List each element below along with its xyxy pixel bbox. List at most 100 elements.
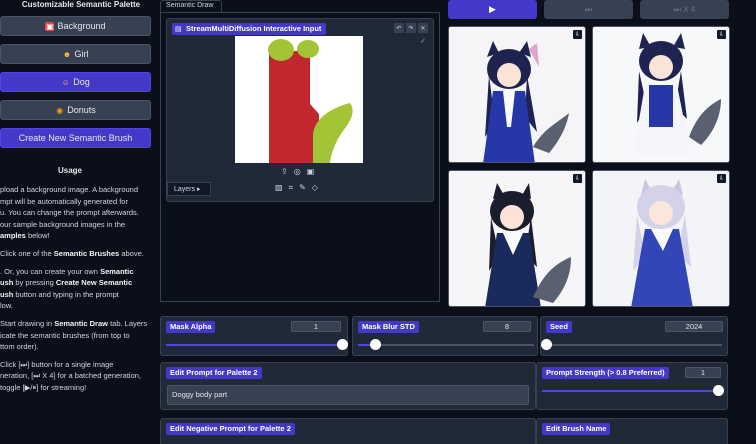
mask-alpha-slider: Mask Alpha 1 (160, 316, 348, 356)
prompt-textarea[interactable]: Doggy body part (167, 385, 529, 405)
play-stream-button[interactable]: ▶ (448, 0, 537, 19)
seed-label: Seed (546, 321, 572, 333)
usage-text: by pressing (13, 278, 56, 288)
canvas-toolbar-top: ⇪ ◎ ▣ (281, 167, 314, 176)
editor-top-icons: ↶ ↷ ✕ (394, 23, 428, 33)
usage-text: low. (0, 301, 13, 311)
usage-bold: Semantic Brushes (53, 248, 120, 258)
mask-alpha-value[interactable]: 1 (291, 321, 341, 332)
ear-left-stroke (268, 39, 294, 61)
drawing-canvas[interactable] (235, 36, 363, 163)
usage-text: above. (119, 248, 144, 258)
gallery-image-2[interactable]: ⇩ (592, 26, 730, 163)
gallery-image-3[interactable]: ⇩ (448, 170, 586, 307)
negative-prompt-panel: Edit Negative Prompt for Palette 2 (160, 418, 536, 444)
slider-handle[interactable] (370, 339, 382, 350)
usage-instructions: pload a background image. A background m… (0, 184, 152, 400)
semantic-palette-panel: Customizable Semantic Palette ▣ Backgrou… (0, 0, 156, 444)
brush-name-panel: Edit Brush Name (536, 418, 728, 444)
slider-handle[interactable] (540, 339, 552, 350)
mask-blur-slider: Mask Blur STD 8 (352, 316, 538, 356)
prompt-strength-slider: Prompt Strength (> 0.8 Preferred) 1 (536, 362, 728, 410)
batch-generate-button[interactable]: ⏭ X 4 (640, 0, 729, 19)
webcam-icon[interactable]: ◎ (294, 167, 301, 176)
girl-emoji-icon: ☻ (62, 49, 72, 59)
usage-text: pload a background image. A background (0, 185, 139, 194)
crop-icon[interactable]: ⌗ (289, 183, 294, 193)
image-icon[interactable]: ▨ (275, 183, 283, 193)
download-icon[interactable]: ⇩ (573, 30, 582, 39)
mask-blur-label: Mask Blur STD (358, 321, 419, 333)
usage-bold: Semantic Draw (54, 318, 108, 328)
usage-text: u. You can change the prompt afterwards. (0, 208, 139, 218)
ear-right-stroke (297, 40, 319, 58)
upload-icon[interactable]: ⇪ (281, 167, 288, 176)
negative-prompt-label: Edit Negative Prompt for Palette 2 (166, 423, 295, 435)
usage-title: Usage (57, 166, 82, 175)
dog-emoji-icon: ☺ (61, 77, 70, 87)
slider-track[interactable] (358, 344, 534, 346)
usage-text: Click [⏭] button for a single image (0, 359, 114, 369)
palette-item-label: Donuts (67, 105, 96, 115)
slider-track[interactable] (546, 344, 722, 346)
usage-text: tab. Layers (107, 318, 148, 328)
usage-text: toggle [▶/⏸] for streaming! (0, 382, 87, 392)
brush-name-label: Edit Brush Name (542, 423, 611, 435)
anime-girl-image (593, 27, 729, 162)
close-icon[interactable]: ✕ (418, 23, 428, 33)
undo-icon[interactable]: ↶ (394, 23, 404, 33)
create-semantic-brush-button[interactable]: Create New Semantic Brush (0, 128, 151, 148)
palette-item-dog[interactable]: ☺ Dog (0, 72, 151, 92)
brush-icon[interactable]: ✎ (299, 183, 306, 193)
tab-semantic-draw[interactable]: Semantic Draw (160, 0, 222, 12)
donut-stroke (313, 103, 353, 163)
usage-text: mpt will be automatically generated for (0, 196, 128, 206)
strength-value[interactable]: 1 (685, 367, 721, 378)
download-icon[interactable]: ⇩ (717, 174, 726, 183)
eraser-icon[interactable]: ◇ (312, 183, 318, 193)
palette-item-donuts[interactable]: ◉ Donuts (0, 100, 151, 120)
usage-text: button and typing in the prompt (13, 289, 119, 299)
usage-text: icate the semantic brushes (from top to (0, 330, 130, 340)
mask-blur-value[interactable]: 8 (483, 321, 531, 332)
usage-bold: Create New Semantic (55, 278, 133, 288)
usage-text: . Or, you can create your own (0, 266, 101, 276)
layers-button[interactable]: Layers ▸ (167, 182, 211, 196)
gallery-image-4[interactable]: ⇩ (592, 170, 730, 307)
usage-bold: amples (0, 231, 26, 241)
usage-bold: Semantic (100, 266, 134, 276)
usage-text: Start drawing in (0, 318, 55, 328)
check-icon[interactable]: ✓ (420, 37, 426, 45)
strength-label: Prompt Strength (> 0.8 Preferred) (542, 367, 669, 379)
clipboard-icon[interactable]: ▣ (307, 167, 315, 176)
redo-icon[interactable]: ↷ (406, 23, 416, 33)
semantic-drawing (268, 39, 353, 163)
prompt-label: Edit Prompt for Palette 2 (166, 367, 262, 379)
prompt-edit-panel: Edit Prompt for Palette 2 Doggy body par… (160, 362, 536, 410)
slider-handle[interactable] (712, 385, 724, 396)
download-icon[interactable]: ⇩ (573, 174, 582, 183)
anime-girl-image (449, 171, 585, 306)
image-editor-icon: ▤ (175, 26, 182, 33)
canvas-toolbar-bottom: ▨ ⌗ ✎ ◇ (275, 183, 318, 193)
slider-fill (166, 344, 342, 346)
single-generate-button[interactable]: ⏭ (544, 0, 633, 19)
mask-alpha-label: Mask Alpha (166, 321, 216, 333)
palette-item-background[interactable]: ▣ Background (0, 16, 151, 36)
seed-value[interactable]: 2024 (665, 321, 723, 332)
usage-text: below! (25, 231, 50, 241)
slider-handle[interactable] (336, 339, 348, 350)
palette-item-girl[interactable]: ☻ Girl (0, 44, 151, 64)
dog-body-stroke (269, 51, 319, 163)
gallery-image-1[interactable]: ⇩ (448, 26, 586, 163)
donut-emoji-icon: ◉ (56, 105, 64, 115)
seed-slider: Seed 2024 (540, 316, 728, 356)
palette-item-label: Background (57, 21, 106, 31)
usage-text: Click one of the (0, 248, 54, 258)
interactive-input-panel: ▤ StreamMultiDiffusion Interactive Input… (166, 18, 434, 202)
palette-item-label: Dog (73, 77, 90, 87)
input-label: ▤ StreamMultiDiffusion Interactive Input (172, 23, 327, 35)
input-label-text: StreamMultiDiffusion Interactive Input (186, 24, 322, 33)
usage-text: ttom order). (0, 342, 39, 352)
download-icon[interactable]: ⇩ (717, 30, 726, 39)
